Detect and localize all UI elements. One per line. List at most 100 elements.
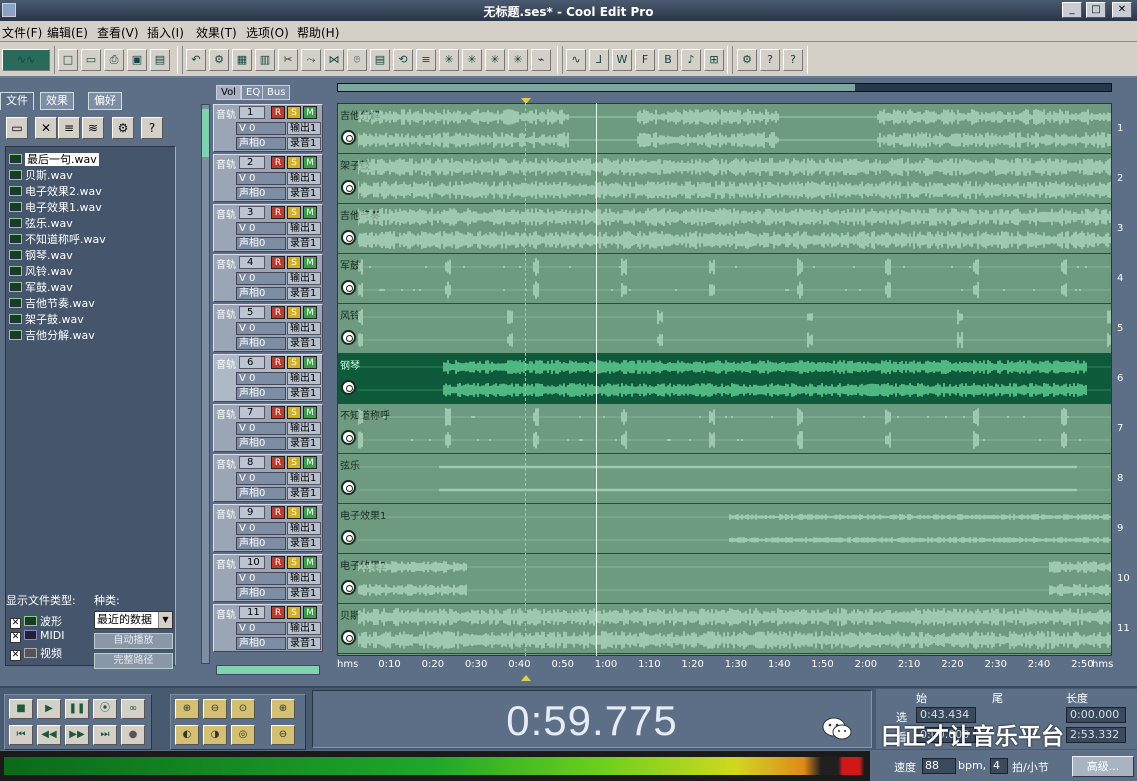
record-arm-button[interactable]: R [271, 106, 285, 119]
zoom-right-icon[interactable]: ◑ [203, 725, 227, 745]
go-to-start-icon[interactable]: ⏮ [9, 725, 33, 745]
record-arm-button[interactable]: R [271, 156, 285, 169]
group-icon[interactable]: ▤ [370, 49, 390, 71]
wave-block-icon[interactable] [341, 330, 356, 345]
checkbox[interactable]: ✕ [10, 650, 21, 661]
stop-icon[interactable]: ■ [9, 699, 33, 719]
solo-button[interactable]: S [287, 306, 301, 319]
scissors-icon[interactable]: ✂ [278, 49, 298, 71]
overview-visible-range[interactable] [338, 84, 855, 91]
track-control-row[interactable]: 音轨 4 R S M V 0 声相0 输出1 录音1 [213, 254, 323, 302]
category-select[interactable]: 最近的数据 ▼ [94, 611, 173, 629]
mute-button[interactable]: M [303, 306, 317, 319]
track-control-row[interactable]: 音轨 2 R S M V 0 声相0 输出1 录音1 [213, 154, 323, 202]
pitch-icon[interactable]: ♪ [681, 49, 701, 71]
reverb-icon[interactable]: ⅃ [589, 49, 609, 71]
solo-button[interactable]: S [287, 456, 301, 469]
selection-length-field[interactable]: 0:00.000 [1066, 707, 1126, 723]
file-item[interactable]: 不知道称呼.wav [9, 231, 106, 246]
align-icon[interactable]: ≡ [416, 49, 436, 71]
filter-midi[interactable]: ✕ MIDI [10, 629, 64, 643]
chevron-down-icon[interactable]: ▼ [158, 612, 172, 628]
menu-effects[interactable]: 效果(T) [196, 24, 237, 41]
rewind-icon[interactable]: ◀◀ [37, 725, 61, 745]
grid-icon[interactable]: ▦ [232, 49, 252, 71]
solo-button[interactable]: S [287, 356, 301, 369]
pan-field[interactable]: 声相0 [236, 637, 286, 650]
wave-block-icon[interactable] [341, 430, 356, 445]
close-button[interactable]: ✕ [1112, 2, 1132, 18]
insert-file-icon[interactable]: ≡ [58, 117, 80, 139]
output-select[interactable]: 输出1 [287, 472, 321, 485]
pan-field[interactable]: 声相0 [236, 337, 286, 350]
record-arm-button[interactable]: R [271, 556, 285, 569]
snap-icon[interactable]: ⌁ [531, 49, 551, 71]
tempo-envelope-icon[interactable]: ✳ [485, 49, 505, 71]
auto-play-button[interactable]: 自动播放 [94, 633, 173, 649]
minimize-button[interactable]: _ [1062, 2, 1082, 18]
menu-insert[interactable]: 插入(I) [147, 24, 184, 41]
track-control-row[interactable]: 音轨 11 R S M V 0 声相0 输出1 录音1 [213, 604, 323, 652]
record-input-select[interactable]: 录音1 [287, 637, 321, 650]
file-options-icon[interactable]: ⚙ [112, 117, 134, 139]
volume-field[interactable]: V 0 [236, 372, 286, 385]
output-select[interactable]: 输出1 [287, 172, 321, 185]
track-lane[interactable]: 电子效果1 [338, 504, 1111, 554]
volume-field[interactable]: V 0 [236, 172, 286, 185]
mute-button[interactable]: M [303, 606, 317, 619]
file-item[interactable]: 电子效果1.wav [9, 199, 102, 214]
track-lane[interactable]: 不知道称呼 [338, 404, 1111, 454]
mute-button[interactable]: M [303, 406, 317, 419]
solo-button[interactable]: S [287, 556, 301, 569]
wave-block-icon[interactable] [341, 180, 356, 195]
file-item[interactable]: 电子效果2.wav [9, 183, 102, 198]
envelope-icon[interactable]: ⤳ [301, 49, 321, 71]
volume-field[interactable]: V 0 [236, 622, 286, 635]
time-ruler[interactable]: hms 0:10 0:20 0:30 0:40 0:50 1:00 1:10 1:20 1:30 1… [337, 657, 1113, 675]
eq-icon[interactable]: ∿ [566, 49, 586, 71]
solo-button[interactable]: S [287, 206, 301, 219]
output-select[interactable]: 输出1 [287, 222, 321, 235]
view-length-field[interactable]: 2:53.332 [1066, 727, 1126, 743]
record-input-select[interactable]: 录音1 [287, 487, 321, 500]
play-to-end-icon[interactable]: ⦿ [93, 699, 117, 719]
track-lane[interactable]: 贝斯 [338, 604, 1111, 654]
beats-field[interactable]: 4 [990, 758, 1008, 774]
file-item[interactable]: 钢琴.wav [9, 247, 73, 262]
track-control-row[interactable]: 音轨 1 R S M V 0 声相0 输出1 录音1 [213, 104, 323, 152]
wet-envelope-icon[interactable]: ✳ [508, 49, 528, 71]
mute-button[interactable]: M [303, 106, 317, 119]
record-arm-button[interactable]: R [271, 356, 285, 369]
filter-waveform[interactable]: ✕ 波形 [10, 613, 62, 629]
context-help-icon[interactable]: ? [760, 49, 780, 71]
scroll-thumb[interactable] [202, 109, 209, 157]
pan-field[interactable]: 声相0 [236, 487, 286, 500]
edit-file-icon[interactable]: ≋ [82, 117, 104, 139]
mute-button[interactable]: M [303, 506, 317, 519]
record-input-select[interactable]: 录音1 [287, 137, 321, 150]
volume-field[interactable]: V 0 [236, 272, 286, 285]
volume-field[interactable]: V 0 [236, 572, 286, 585]
solo-button[interactable]: S [287, 506, 301, 519]
solo-button[interactable]: S [287, 256, 301, 269]
file-item[interactable]: 吉他节奏.wav [9, 295, 95, 310]
volume-field[interactable]: V 0 [236, 422, 286, 435]
play-icon[interactable]: ▶ [37, 699, 61, 719]
output-select[interactable]: 输出1 [287, 622, 321, 635]
mute-button[interactable]: M [303, 356, 317, 369]
loop-play-icon[interactable]: ∞ [121, 699, 145, 719]
track-control-row[interactable]: 音轨 3 R S M V 0 声相0 输出1 录音1 [213, 204, 323, 252]
zoom-full-icon[interactable]: ⊙ [231, 699, 255, 719]
full-path-button[interactable]: 完整路径 [94, 653, 173, 669]
wave-block-icon[interactable] [341, 380, 356, 395]
solo-button[interactable]: S [287, 156, 301, 169]
save-all-icon[interactable]: ▤ [150, 49, 170, 71]
record-input-select[interactable]: 录音1 [287, 437, 321, 450]
volume-field[interactable]: V 0 [236, 472, 286, 485]
tab-files[interactable]: 文件 [0, 92, 34, 110]
zoom-in-icon[interactable]: ⊕ [175, 699, 199, 719]
track-scrollbar[interactable] [201, 104, 210, 664]
go-to-end-icon[interactable]: ⏭ [93, 725, 117, 745]
session-overview-bar[interactable] [337, 83, 1112, 92]
organizer-help-icon[interactable]: ? [141, 117, 163, 139]
